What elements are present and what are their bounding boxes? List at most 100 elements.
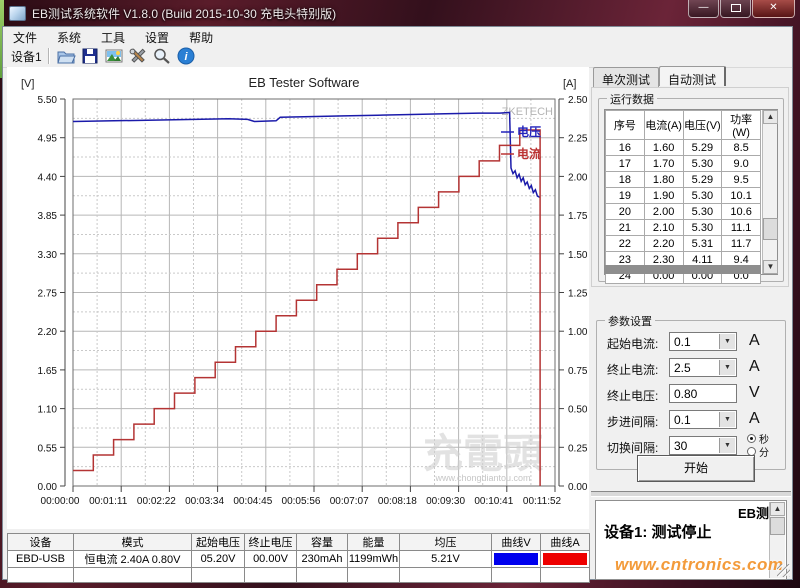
start-button[interactable]: 开始	[637, 455, 755, 482]
device-selector[interactable]: 设备1	[3, 48, 48, 65]
save-icon[interactable]	[78, 46, 102, 66]
run-data-title: 运行数据	[607, 91, 657, 107]
run-col-header: 序号	[606, 111, 645, 140]
maximize-button[interactable]	[720, 0, 751, 18]
run-table-cell: 22	[606, 236, 645, 252]
scroll-up-icon[interactable]: ▲	[763, 110, 778, 124]
right-panel: 单次测试 自动测试 运行数据 序号电流(A)电压(V)功率(W) 161.605…	[591, 67, 791, 580]
svg-text:2.50: 2.50	[568, 95, 588, 106]
run-table-cell: 5.29	[683, 172, 722, 188]
tab-bar: 单次测试 自动测试	[593, 67, 726, 87]
param-row-4: 切换间隔:30▼秒分	[597, 435, 785, 457]
svg-text:1.00: 1.00	[568, 327, 588, 338]
svg-text:2.20: 2.20	[38, 327, 58, 338]
log-message: 设备1: 测试停止	[604, 521, 712, 542]
svg-text:4.95: 4.95	[38, 134, 58, 145]
tab-auto-test[interactable]: 自动测试	[659, 66, 726, 86]
status-cell: 1199mWh	[348, 551, 400, 568]
screenshot-icon[interactable]	[102, 46, 126, 66]
auto-test-panel: 运行数据 序号电流(A)电压(V)功率(W) 161.605.298.5171.…	[591, 87, 789, 287]
svg-text:www.chongdiantou.com: www.chongdiantou.com	[434, 473, 530, 483]
menu-item-2[interactable]: 工具	[91, 27, 135, 45]
run-data-group: 运行数据 序号电流(A)电压(V)功率(W) 161.605.298.5171.…	[598, 98, 784, 282]
svg-text:00:07:07: 00:07:07	[330, 496, 369, 507]
param-row-2: 终止电压:0.80V	[597, 383, 785, 405]
dropdown-arrow-icon[interactable]: ▼	[719, 438, 735, 453]
maximize-icon	[731, 4, 741, 12]
run-table-scrollbar[interactable]: ▲ ▼	[762, 110, 777, 274]
dropdown-arrow-icon[interactable]: ▼	[719, 334, 735, 349]
run-table-row: 222.205.3111.7	[606, 236, 761, 252]
status-empty-cell	[297, 568, 348, 583]
run-table-cell: 1.60	[644, 140, 683, 156]
status-col-header: 终止电压	[245, 534, 297, 551]
run-table-cell: 20	[606, 204, 645, 220]
status-table: 设备模式起始电压终止电压容量能量均压曲线V曲线A EBD-USB恒电流 2.40…	[7, 533, 590, 583]
status-empty-cell	[348, 568, 400, 583]
log-scrollbar-thumb[interactable]	[770, 517, 785, 535]
param-input-1[interactable]: 2.5▼	[669, 358, 737, 377]
svg-text:电压: 电压	[517, 124, 541, 139]
curve-v-swatch	[494, 553, 538, 565]
run-table-cell: 2.00	[644, 204, 683, 220]
run-table-cell: 5.30	[683, 156, 722, 172]
minimize-button[interactable]: —	[688, 0, 719, 18]
param-unit: V	[749, 384, 760, 402]
param-row-1: 终止电流:2.5▼A	[597, 357, 785, 379]
dropdown-arrow-icon[interactable]: ▼	[719, 412, 735, 427]
param-unit: A	[749, 410, 760, 428]
info-icon[interactable]: i	[174, 46, 198, 66]
svg-text:00:02:22: 00:02:22	[137, 496, 176, 507]
param-input-0[interactable]: 0.1▼	[669, 332, 737, 351]
client-area: 文件系统工具设置帮助 设备1 i ZKETECH充電頭www.chongdian…	[2, 26, 793, 580]
log-scroll-up-icon[interactable]: ▲	[770, 502, 785, 516]
radio-icon[interactable]	[747, 434, 756, 443]
curve-a-cell	[541, 551, 590, 568]
run-table-row: 202.005.3010.6	[606, 204, 761, 220]
menu-item-1[interactable]: 系统	[47, 27, 91, 45]
param-input-3[interactable]: 0.1▼	[669, 410, 737, 429]
resize-grip[interactable]	[777, 564, 790, 577]
menu-item-3[interactable]: 设置	[135, 27, 179, 45]
svg-text:0.55: 0.55	[38, 443, 58, 454]
chart: ZKETECH充電頭www.chongdiantou.com5.504.954.…	[7, 67, 589, 529]
dropdown-arrow-icon[interactable]: ▼	[719, 360, 735, 375]
menu-item-4[interactable]: 帮助	[179, 27, 223, 45]
svg-text:00:10:41: 00:10:41	[474, 496, 513, 507]
param-input-2[interactable]: 0.80	[669, 384, 737, 403]
run-table-cell: 5.30	[683, 204, 722, 220]
run-table-row: 161.605.298.5	[606, 140, 761, 156]
status-cell: 05.20V	[192, 551, 245, 568]
toolbar-separator	[48, 48, 50, 64]
tab-single-test[interactable]: 单次测试	[593, 67, 659, 87]
status-empty-cell	[492, 568, 541, 583]
log-corner-text: EB测	[738, 503, 769, 522]
run-table-row: 171.705.309.0	[606, 156, 761, 172]
run-table-cell: 5.30	[683, 220, 722, 236]
status-col-header: 均压	[400, 534, 492, 551]
svg-text:3.85: 3.85	[38, 211, 58, 222]
curve-v-cell	[492, 551, 541, 568]
curve-a-swatch	[543, 553, 587, 565]
run-col-header: 电流(A)	[644, 111, 683, 140]
scroll-down-icon[interactable]: ▼	[763, 260, 778, 274]
param-label: 切换间隔:	[607, 439, 658, 456]
run-table-cell: 11.1	[722, 220, 761, 236]
status-cell: 230mAh	[297, 551, 348, 568]
scrollbar-thumb[interactable]	[763, 218, 778, 240]
run-table-cell: 10.6	[722, 204, 761, 220]
open-folder-icon[interactable]	[54, 46, 78, 66]
param-unit: A	[749, 332, 760, 350]
params-title: 参数设置	[605, 313, 655, 329]
menu-item-0[interactable]: 文件	[3, 27, 47, 45]
tools-icon[interactable]	[126, 46, 150, 66]
zoom-icon[interactable]	[150, 46, 174, 66]
param-row-3: 步进间隔:0.1▼A	[597, 409, 785, 431]
close-button[interactable]: ✕	[752, 0, 795, 18]
status-col-header: 设备	[8, 534, 74, 551]
status-cell: EBD-USB	[8, 551, 74, 568]
run-data-table: 序号电流(A)电压(V)功率(W) 161.605.298.5171.705.3…	[605, 110, 761, 284]
status-cell: 恒电流 2.40A 0.80V	[74, 551, 192, 568]
panel-splitter[interactable]	[591, 491, 791, 497]
param-input-4[interactable]: 30▼	[669, 436, 737, 455]
